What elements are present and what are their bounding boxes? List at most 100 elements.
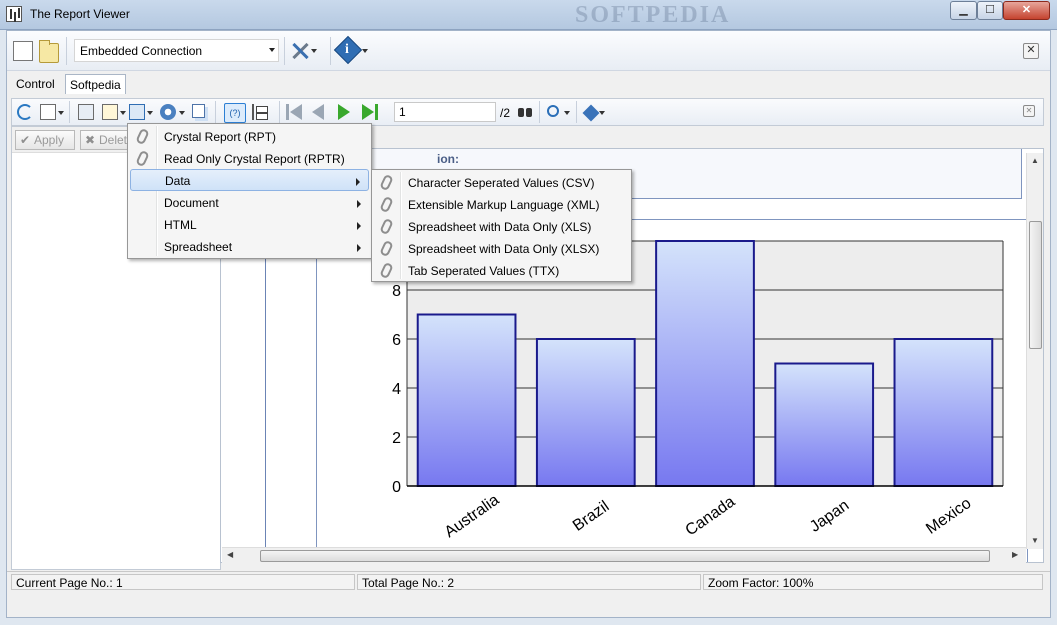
- menu-item-csv[interactable]: Character Seperated Values (CSV): [374, 172, 629, 194]
- chevron-down-icon[interactable]: [362, 49, 368, 53]
- menu-item-label: Crystal Report (RPT): [164, 130, 277, 144]
- group-tree-icon[interactable]: [252, 104, 268, 120]
- tab-control[interactable]: Control: [12, 74, 59, 94]
- menu-item-label: Spreadsheet with Data Only (XLSX): [408, 242, 600, 256]
- watermark: SOFTPEDIA: [575, 2, 731, 28]
- chevron-down-icon[interactable]: [120, 111, 126, 115]
- horizontal-scroll-thumb[interactable]: [260, 550, 990, 562]
- chevron-down-icon[interactable]: [179, 111, 185, 115]
- zoom-icon[interactable]: [547, 105, 559, 117]
- chevron-down-icon[interactable]: [564, 111, 570, 115]
- chevron-down-icon[interactable]: [58, 111, 64, 115]
- apply-label: Apply: [34, 133, 65, 147]
- y-tick-label: 2: [392, 430, 401, 447]
- vertical-scroll-thumb[interactable]: [1029, 221, 1042, 349]
- toolbar-separator: [284, 37, 285, 65]
- chart-bar: [416, 313, 517, 487]
- status-bar: Current Page No.: 1 Total Page No.: 2 Zo…: [7, 571, 1050, 591]
- connection-select[interactable]: Embedded Connection: [74, 39, 279, 62]
- tools-icon[interactable]: [290, 41, 310, 61]
- menu-item-xml[interactable]: Extensible Markup Language (XML): [374, 194, 629, 216]
- x-tick-label: Brazil: [570, 498, 613, 535]
- paperclip-icon: [379, 195, 394, 214]
- delete-icon: ✖: [85, 133, 96, 147]
- about-icon[interactable]: [582, 104, 600, 122]
- page-total: /2: [500, 106, 511, 120]
- find-icon[interactable]: [518, 106, 532, 118]
- new-report-icon[interactable]: [13, 41, 33, 61]
- last-page-icon[interactable]: [362, 104, 378, 120]
- minimize-button[interactable]: ▁: [950, 1, 977, 20]
- submenu-arrow-icon: [357, 222, 361, 230]
- x-tick-label: Australia: [442, 491, 503, 541]
- copy-icon[interactable]: [192, 104, 205, 118]
- next-page-icon[interactable]: [338, 104, 350, 120]
- chart-bar: [893, 338, 994, 487]
- horizontal-scrollbar[interactable]: ◀ ▶: [222, 547, 1026, 563]
- open-folder-icon[interactable]: [39, 40, 59, 63]
- report-toolbar: (?) 1 /2 ✕: [11, 98, 1044, 126]
- chevron-down-icon[interactable]: [311, 49, 317, 53]
- menu-item-data[interactable]: Data: [130, 169, 369, 191]
- submenu-arrow-icon: [357, 200, 361, 208]
- gear-icon[interactable]: [160, 104, 176, 120]
- close-report-icon[interactable]: ✕: [1023, 105, 1035, 117]
- chevron-down-icon[interactable]: [147, 111, 153, 115]
- toolbar-separator: [330, 37, 331, 65]
- toolbar-separator: [539, 101, 540, 123]
- menu-item-xlsx[interactable]: Spreadsheet with Data Only (XLSX): [374, 238, 629, 260]
- scroll-right-icon[interactable]: ▶: [1012, 550, 1018, 559]
- chart-bar: [774, 362, 875, 487]
- paperclip-icon: [135, 149, 150, 168]
- menu-item-label: Data: [165, 174, 191, 188]
- chart-bar: [535, 338, 636, 487]
- data-submenu: Character Seperated Values (CSV) Extensi…: [371, 169, 632, 282]
- first-page-arrow: [290, 104, 302, 120]
- menu-item-label: Extensible Markup Language (XML): [408, 198, 600, 212]
- app-icon: [6, 6, 22, 22]
- export-icon[interactable]: [129, 104, 145, 120]
- main-toolbar: Embedded Connection i ✕: [7, 31, 1050, 71]
- scroll-left-icon[interactable]: ◀: [227, 550, 233, 559]
- menu-item-label: Character Seperated Values (CSV): [408, 176, 595, 190]
- x-tick-label: Mexico: [923, 495, 974, 538]
- toolbar-separator: [576, 101, 577, 123]
- mail-icon[interactable]: [102, 104, 118, 120]
- first-page-icon[interactable]: [286, 104, 302, 120]
- connection-value: Embedded Connection: [80, 44, 203, 58]
- tab-softpedia[interactable]: Softpedia: [65, 74, 126, 94]
- apply-button[interactable]: ✔ Apply: [15, 130, 75, 150]
- info-glyph: i: [345, 42, 349, 57]
- maximize-button[interactable]: ☐: [977, 1, 1003, 20]
- help-icon[interactable]: (?): [224, 103, 246, 123]
- menu-item-spreadsheet[interactable]: Spreadsheet: [130, 236, 369, 258]
- menu-item-label: HTML: [164, 218, 197, 232]
- menu-item-xls[interactable]: Spreadsheet with Data Only (XLS): [374, 216, 629, 238]
- print-icon[interactable]: [78, 104, 94, 120]
- check-icon: ✔: [20, 133, 31, 147]
- last-page-arrow: [362, 104, 374, 120]
- paperclip-icon: [135, 127, 150, 146]
- vertical-scrollbar[interactable]: ▲ ▼: [1026, 153, 1043, 549]
- status-zoom: Zoom Factor: 100%: [703, 574, 1043, 590]
- page-number-input[interactable]: 1: [394, 102, 496, 122]
- export-menu: Crystal Report (RPT) Read Only Crystal R…: [127, 123, 372, 259]
- menu-item-label: Spreadsheet with Data Only (XLS): [408, 220, 592, 234]
- scroll-up-icon[interactable]: ▲: [1031, 156, 1039, 165]
- export-document-icon[interactable]: [40, 104, 56, 120]
- submenu-arrow-icon: [356, 178, 360, 186]
- previous-page-icon[interactable]: [312, 104, 324, 120]
- menu-item-html[interactable]: HTML: [130, 214, 369, 236]
- toolbar-separator: [69, 101, 70, 123]
- menu-item-rptr[interactable]: Read Only Crystal Report (RPTR): [130, 148, 369, 170]
- scroll-down-icon[interactable]: ▼: [1031, 536, 1039, 545]
- menu-item-ttx[interactable]: Tab Seperated Values (TTX): [374, 260, 629, 282]
- menu-item-document[interactable]: Document: [130, 192, 369, 214]
- submenu-arrow-icon: [357, 244, 361, 252]
- y-tick-label: 4: [392, 381, 401, 398]
- refresh-icon[interactable]: [17, 104, 33, 120]
- close-document-icon[interactable]: ✕: [1023, 43, 1039, 59]
- close-button[interactable]: ✕: [1003, 1, 1050, 20]
- chevron-down-icon[interactable]: [599, 111, 605, 115]
- menu-item-rpt[interactable]: Crystal Report (RPT): [130, 126, 369, 148]
